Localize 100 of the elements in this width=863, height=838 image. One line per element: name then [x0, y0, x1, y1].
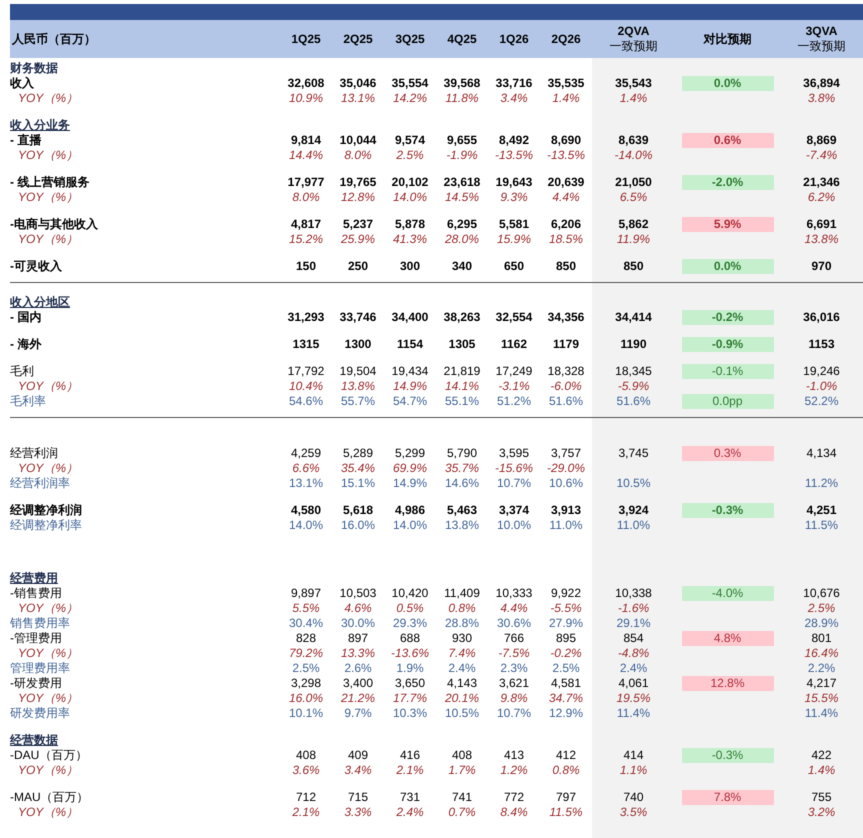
table-cell: 55.1%	[444, 394, 480, 409]
table-cell: 35,535	[548, 76, 584, 91]
table-cell: 21,050	[615, 175, 652, 190]
table-cell: 3.5%	[620, 805, 648, 820]
table-cell: 2.1%	[396, 763, 424, 778]
table-cell: 1154	[396, 337, 424, 352]
table-cell: 1300	[344, 337, 372, 352]
table-cell: 34,356	[548, 310, 584, 325]
table-cell: 5,618	[342, 503, 374, 518]
column-subheader: 一致预期	[798, 39, 846, 54]
row-label: - 线上营销服务	[10, 175, 90, 190]
row-label: YOY（%）	[17, 91, 78, 106]
table-cell: 3.4%	[344, 763, 372, 778]
column-header: 4Q25	[447, 32, 477, 46]
table-cell: 51.2%	[496, 394, 532, 409]
table-cell: 850	[556, 259, 576, 274]
table-cell: 13.8%	[804, 232, 839, 247]
table-cell: 14.5%	[444, 190, 480, 205]
table-cell: -6.0%	[550, 379, 582, 394]
table-cell: 32,554	[496, 310, 532, 325]
table-cell: 10.6%	[548, 476, 584, 491]
table-cell: 2.1%	[292, 805, 320, 820]
section-heading: 财务数据	[10, 61, 58, 76]
table-cell: 12.9%	[548, 706, 584, 721]
table-cell: 28.9%	[804, 616, 839, 631]
row-label: 毛利率	[10, 394, 46, 409]
table-cell: 17,249	[496, 364, 532, 379]
table-cell: 3,595	[498, 446, 530, 461]
table-cell: 9,922	[550, 586, 582, 601]
table-cell: 3,400	[342, 676, 374, 691]
table-cell: 150	[296, 259, 316, 274]
table-cell: 14.0%	[392, 518, 428, 533]
variance-cell: 0.0%	[682, 76, 774, 91]
table-cell: 8.4%	[500, 805, 528, 820]
table-cell: 740	[623, 790, 644, 805]
table-cell: 19,504	[340, 364, 376, 379]
table-cell: 11.0%	[549, 518, 583, 533]
table-cell: 0.5%	[396, 601, 424, 616]
table-cell: -1.0%	[806, 379, 838, 394]
table-cell: 1179	[552, 337, 580, 352]
variance-cell: 0.6%	[682, 133, 774, 148]
table-cell: -1.9%	[446, 148, 478, 163]
row-label: -MAU（百万）	[10, 790, 89, 805]
table-cell: 895	[556, 631, 576, 646]
table-cell: 3,650	[394, 676, 426, 691]
variance-cell: -0.9%	[682, 337, 774, 352]
table-cell: 11.2%	[804, 476, 838, 491]
table-cell: 6,295	[446, 217, 478, 232]
variance-cell: -0.2%	[682, 310, 774, 325]
column-header: 对比预期	[704, 32, 752, 46]
section-heading: 经营数据	[10, 733, 58, 748]
table-cell: 4,259	[290, 446, 322, 461]
table-cell: 3.4%	[500, 91, 528, 106]
column-header: 2Q25	[343, 32, 373, 46]
column-header: 3Q25	[395, 32, 425, 46]
table-cell: 10.5%	[444, 706, 480, 721]
table-cell: 9.3%	[500, 190, 528, 205]
table-cell: -5.9%	[618, 379, 650, 394]
table-cell: 5,299	[394, 446, 426, 461]
variance-cell: 12.8%	[682, 676, 774, 691]
table-cell: 15.1%	[340, 476, 376, 491]
row-label: YOY（%）	[17, 190, 78, 205]
table-cell: 10.5%	[616, 476, 651, 491]
table-cell: 14.9%	[392, 476, 428, 491]
table-cell: 9,814	[290, 133, 322, 148]
table-cell: 3,757	[550, 446, 582, 461]
table-cell: 5,289	[342, 446, 374, 461]
table-cell: 9,574	[394, 133, 426, 148]
row-label: -研发费用	[10, 676, 62, 691]
table-cell: 13.8%	[444, 518, 480, 533]
variance-cell: -2.0%	[682, 175, 774, 190]
table-cell: 18.5%	[548, 232, 584, 247]
table-cell: 17,977	[288, 175, 324, 190]
table-cell: 34,400	[392, 310, 428, 325]
table-cell: 54.7%	[392, 394, 428, 409]
table-cell: -4.8%	[618, 646, 650, 661]
table-cell: 6.5%	[620, 190, 648, 205]
table-cell: 11.8%	[445, 91, 479, 106]
table-cell: 416	[400, 748, 420, 763]
table-cell: 51.6%	[548, 394, 584, 409]
table-cell: -5.5%	[550, 601, 582, 616]
table-cell: 14.9%	[392, 379, 428, 394]
table-cell: 5,862	[618, 217, 649, 232]
column-subheader: 一致预期	[610, 39, 658, 54]
table-cell: 21,819	[444, 364, 480, 379]
row-label: -销售费用	[10, 586, 62, 601]
table-cell: 21.2%	[340, 691, 376, 706]
section-heading: 收入分业务	[10, 118, 70, 133]
table-cell: 797	[556, 790, 576, 805]
table-cell: 79.2%	[288, 646, 324, 661]
table-cell: 2.2%	[808, 661, 836, 676]
table-cell: 15.9%	[496, 232, 532, 247]
variance-cell: 5.9%	[682, 217, 774, 232]
table-cell: 0.8%	[552, 763, 580, 778]
table-cell: 3.3%	[344, 805, 372, 820]
table-cell: 5,237	[342, 217, 374, 232]
row-label: 管理费用率	[10, 661, 70, 676]
table-cell: 414	[623, 748, 644, 763]
row-label: YOY（%）	[17, 601, 78, 616]
table-cell: -1.6%	[618, 601, 650, 616]
